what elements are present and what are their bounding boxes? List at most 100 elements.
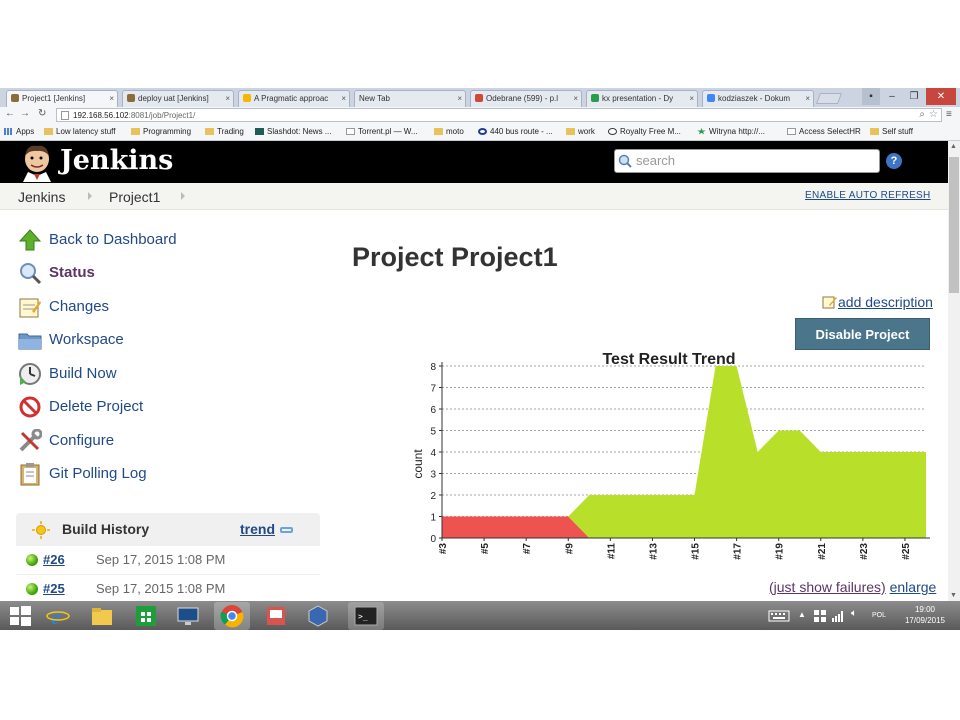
browser-tab[interactable]: kodziaszek - Dokum ×: [702, 90, 814, 107]
page-icon: [346, 128, 355, 135]
sticky-app-icon[interactable]: [264, 604, 288, 628]
file-explorer-icon[interactable]: [90, 604, 114, 628]
y-tick-label: 3: [430, 470, 436, 481]
y-tick-label: 7: [430, 384, 436, 395]
network-icon[interactable]: [832, 610, 844, 622]
help-icon[interactable]: ?: [886, 153, 902, 169]
add-description-link[interactable]: add description: [822, 294, 933, 310]
no-entry-icon: [19, 396, 41, 418]
windows-taskbar: e >_ ▲ 🔈︎ POL 19:00 17/09/2015: [0, 601, 960, 630]
build-date: Sep 17, 2015 1:08 PM: [96, 581, 226, 596]
bookmark-item[interactable]: Torrent.pl — W...: [346, 127, 418, 136]
internet-explorer-icon[interactable]: e: [46, 604, 70, 628]
breadcrumb-arrow-icon[interactable]: [88, 192, 92, 200]
breadcrumb-jenkins[interactable]: Jenkins: [18, 189, 65, 205]
volume-icon[interactable]: 🔈︎: [851, 608, 857, 619]
bookmark-item[interactable]: Apps: [4, 127, 34, 136]
chart-title: Test Result Trend: [602, 351, 735, 368]
terminal-taskbar-button[interactable]: >_: [348, 602, 384, 630]
browser-tab[interactable]: Odebrane (599) - p.l ×: [470, 90, 582, 107]
input-language[interactable]: POL: [872, 612, 886, 619]
trend-link[interactable]: trend: [240, 521, 275, 537]
y-tick-label: 6: [430, 405, 436, 416]
trend-icon[interactable]: [280, 527, 293, 533]
x-tick-label: #21: [817, 543, 828, 560]
clock-icon: [19, 363, 41, 385]
tab-label: deploy uat [Jenkins]: [138, 94, 209, 103]
bookmark-item[interactable]: Royalty Free M...: [608, 127, 681, 136]
action-center-icon[interactable]: [814, 610, 826, 622]
scrollbar-thumb[interactable]: [949, 157, 959, 293]
build-number-link[interactable]: #25: [43, 581, 65, 596]
scroll-up-icon[interactable]: ▲: [950, 143, 957, 150]
tab-close-icon[interactable]: ×: [805, 94, 810, 103]
maximize-button[interactable]: ❐: [904, 88, 924, 105]
bookmark-item[interactable]: Trading: [205, 127, 244, 136]
virtualbox-icon[interactable]: [306, 604, 330, 628]
keyboard-icon[interactable]: [768, 610, 790, 622]
bookmark-star-icon[interactable]: ☆: [929, 109, 938, 120]
breadcrumb-project1[interactable]: Project1: [109, 189, 160, 205]
zoom-icon[interactable]: ⌕: [919, 109, 925, 120]
tab-close-icon[interactable]: ×: [225, 94, 230, 103]
bookmark-item[interactable]: Access SelectHR: [787, 127, 861, 136]
back-icon[interactable]: ←: [5, 108, 15, 119]
system-clock[interactable]: 19:00 17/09/2015: [900, 604, 950, 626]
reload-icon[interactable]: ↻: [38, 108, 46, 119]
store-icon[interactable]: [134, 604, 158, 628]
slashdot-icon: [255, 128, 264, 135]
notepad-icon: [19, 298, 41, 318]
url-field[interactable]: 192.168.56.102:8081/job/Project1/ ⌕ ☆: [56, 108, 942, 122]
browser-tab[interactable]: deploy uat [Jenkins] ×: [122, 90, 234, 107]
forward-icon[interactable]: →: [20, 108, 30, 119]
enable-auto-refresh-link[interactable]: ENABLE AUTO REFRESH: [805, 190, 931, 201]
browser-tab[interactable]: A Pragmatic approac ×: [238, 90, 350, 107]
browser-tab[interactable]: kx presentation - Dy ×: [586, 90, 698, 107]
tab-close-icon[interactable]: ×: [109, 94, 114, 103]
bookmark-item[interactable]: work: [566, 127, 595, 136]
folder-icon: [131, 128, 140, 135]
y-axis-label: count: [411, 449, 425, 479]
tab-label: Odebrane (599) - p.l: [486, 94, 559, 103]
just-show-failures-link[interactable]: (just show failures): [769, 579, 886, 595]
tab-label: kx presentation - Dy: [602, 94, 674, 103]
vertical-scrollbar[interactable]: ▲ ▼: [948, 141, 960, 601]
search-input[interactable]: search: [614, 149, 880, 173]
menu-icon[interactable]: ≡: [946, 109, 952, 120]
tab-close-icon[interactable]: ×: [573, 94, 578, 103]
new-tab-button[interactable]: [815, 93, 843, 104]
bookmark-item[interactable]: 440 bus route - ...: [478, 127, 553, 136]
minimize-button[interactable]: –: [882, 88, 902, 105]
breadcrumb-arrow-icon[interactable]: [181, 192, 185, 200]
close-button[interactable]: ✕: [926, 88, 956, 105]
scroll-down-icon[interactable]: ▼: [950, 592, 957, 599]
enlarge-link[interactable]: enlarge: [890, 579, 937, 595]
y-tick-label: 5: [430, 427, 436, 438]
build-number-link[interactable]: #26: [43, 552, 65, 567]
search-icon: [20, 263, 42, 285]
browser-tab[interactable]: New Tab ×: [354, 90, 466, 107]
y-tick-label: 8: [430, 362, 436, 373]
user-icon[interactable]: ▪: [862, 88, 880, 105]
bookmark-item[interactable]: Low latency stuff: [44, 127, 115, 136]
bookmark-item[interactable]: Slashdot: News ...: [255, 127, 331, 136]
x-tick-label: #23: [859, 543, 870, 560]
windows-start-icon[interactable]: [8, 604, 32, 628]
bookmark-item[interactable]: Self stuff: [870, 127, 913, 136]
edit-icon: [822, 296, 837, 309]
bookmark-item[interactable]: Programming: [131, 127, 191, 136]
success-ball-icon: [26, 583, 38, 595]
test-result-trend-chart[interactable]: Test Result Trend count 0 1 2 3 4 5 6 7 8 #3 #5 #7…: [400, 346, 940, 581]
tray-expand-icon[interactable]: ▲: [798, 610, 806, 619]
tab-close-icon[interactable]: ×: [689, 94, 694, 103]
browser-tab[interactable]: Project1 [Jenkins] ×: [6, 90, 118, 108]
tab-close-icon[interactable]: ×: [457, 94, 462, 103]
tab-close-icon[interactable]: ×: [341, 94, 346, 103]
bookmark-item[interactable]: Witryna http://...: [697, 127, 765, 136]
jenkins-logo-text[interactable]: Jenkins: [60, 145, 173, 176]
remote-desktop-icon[interactable]: [176, 604, 200, 628]
bookmark-item[interactable]: moto: [434, 127, 464, 136]
bookmark-label: work: [578, 127, 595, 136]
chrome-taskbar-button[interactable]: [214, 602, 250, 630]
bookmark-label: Self stuff: [882, 127, 913, 136]
